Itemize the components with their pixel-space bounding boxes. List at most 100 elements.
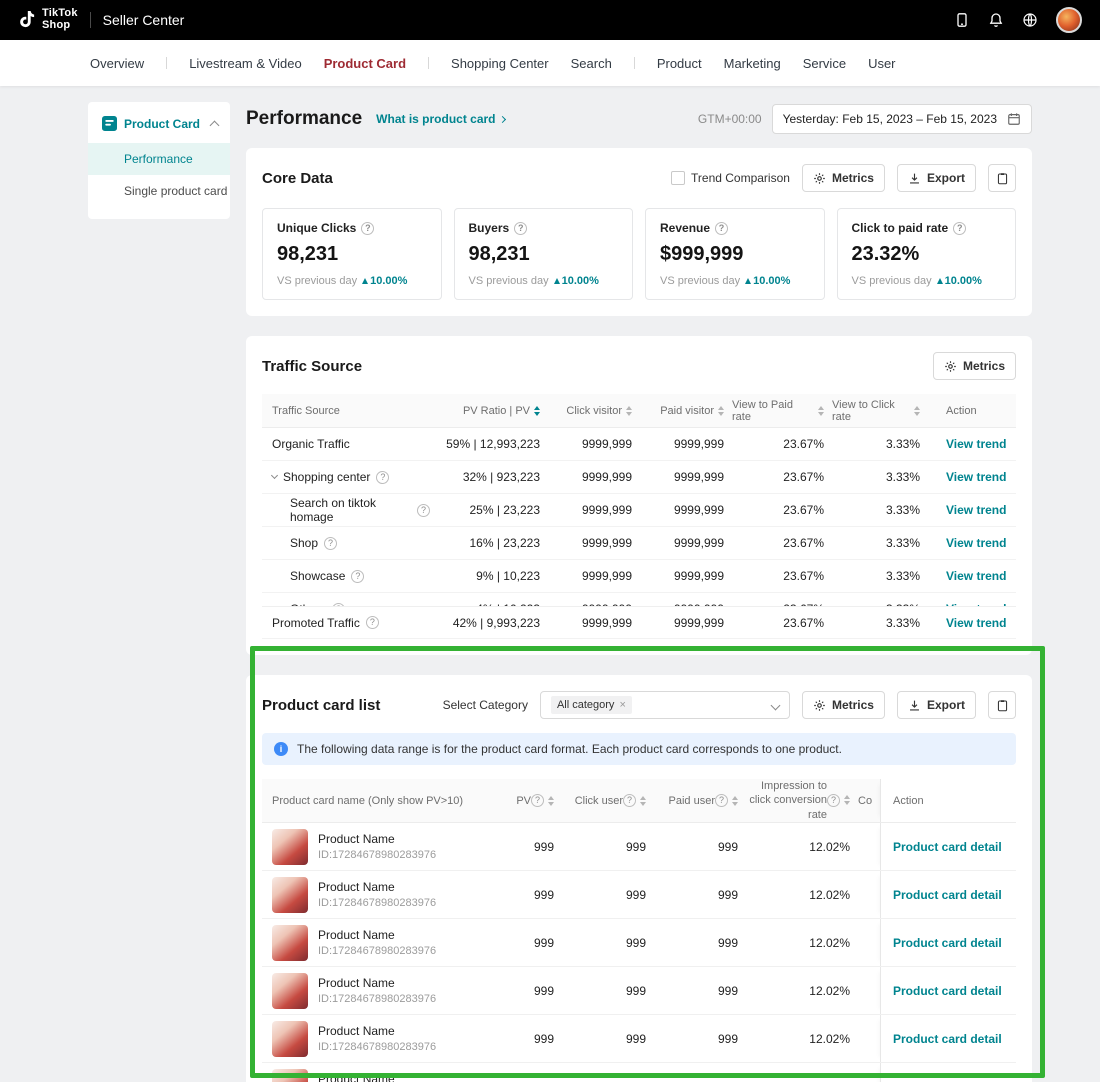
product-card-detail-link[interactable]: Product card detail [893,936,1002,950]
help-icon[interactable] [827,794,840,807]
logo-line-2: Shop [42,20,78,32]
view-trend-link[interactable]: View trend [946,616,1006,630]
col-click-user[interactable]: Click user [562,794,654,807]
sidebar: Product Card Performance Single product … [88,102,230,219]
clipboard-button[interactable] [988,691,1016,719]
chevron-down-icon [771,700,781,710]
help-icon[interactable] [953,222,966,235]
trend-comparison-checkbox[interactable]: Trend Comparison [671,171,790,185]
nav-service[interactable]: Service [803,56,846,71]
col-paid-user[interactable]: Paid user [654,794,746,807]
date-range-picker[interactable]: Yesterday: Feb 15, 2023 – Feb 15, 2023 [772,104,1032,134]
sort-icon[interactable] [844,795,850,805]
help-icon[interactable] [376,471,389,484]
help-icon[interactable] [715,222,728,235]
sort-icon[interactable] [534,406,540,416]
expand-chevron-icon[interactable] [271,472,278,479]
view-trend-link[interactable]: View trend [946,503,1006,517]
sort-icon[interactable] [914,406,920,416]
calendar-icon [1007,112,1021,126]
view-trend-link[interactable]: View trend [946,569,1006,583]
clipboard-icon [996,172,1009,185]
metrics-button-label: Metrics [832,171,874,185]
tiktok-shop-logo[interactable]: TikTok Shop [18,8,78,31]
product-id: ID:17284678980283976 [318,1041,436,1053]
col-click-visitor[interactable]: Click visitor [548,405,640,417]
export-button[interactable]: Export [897,164,976,192]
help-icon[interactable] [324,537,337,550]
table-row-search-on-tiktok-homage: Search on tiktok homage 25% | 23,223 999… [262,494,1016,527]
metric-change-value: 10.00% [945,275,982,287]
view-trend-link[interactable]: View trend [946,602,1006,606]
col-view-to-paid[interactable]: View to Paid rate [732,399,832,423]
page-header-right: GTM+00:00 Yesterday: Feb 15, 2023 – Feb … [698,104,1032,134]
col-view-to-click[interactable]: View to Click rate [832,399,928,423]
help-icon[interactable] [361,222,374,235]
help-icon[interactable] [417,504,430,517]
export-button[interactable]: Export [897,691,976,719]
sort-icon[interactable] [640,796,646,806]
mobile-app-icon[interactable] [954,12,970,28]
sort-icon[interactable] [548,796,554,806]
globe-language-icon[interactable] [1022,12,1038,28]
notification-bell-icon[interactable] [988,12,1004,28]
clipboard-icon [996,699,1009,712]
page-header: Performance What is product card GTM+00:… [246,104,1032,134]
help-icon[interactable] [715,794,728,807]
nav-product-card[interactable]: Product Card [324,56,406,71]
traffic-table-scroll-area[interactable]: Organic Traffic 59% | 12,993,223 9999,99… [262,428,1016,606]
nav-shopping-center[interactable]: Shopping Center [451,56,549,71]
help-icon[interactable] [531,794,544,807]
sidebar-item-single-product-card[interactable]: Single product card [88,175,230,207]
nav-livestream-video[interactable]: Livestream & Video [189,56,302,71]
category-select[interactable]: All category [540,691,790,719]
sidebar-section-product-card[interactable]: Product Card [88,102,230,143]
product-name: Product Name [318,1072,436,1082]
sort-icon[interactable] [626,406,632,416]
metric-revenue: Revenue $999,999 VS previous day10.00% [645,208,825,300]
nav-product[interactable]: Product [657,56,702,71]
metrics-button[interactable]: Metrics [933,352,1016,380]
help-icon[interactable] [366,616,379,629]
view-trend-link[interactable]: View trend [946,536,1006,550]
sort-icon[interactable] [718,406,724,416]
nav-user[interactable]: User [868,56,895,71]
metrics-button-label: Metrics [832,698,874,712]
clipboard-button[interactable] [988,164,1016,192]
view-trend-link[interactable]: View trend [946,470,1006,484]
product-card-detail-link[interactable]: Product card detail [893,984,1002,998]
sidebar-item-performance[interactable]: Performance [88,143,230,175]
help-icon[interactable] [332,603,345,607]
nav-search[interactable]: Search [571,56,612,71]
col-paid-visitor[interactable]: Paid visitor [640,405,732,417]
what-is-product-card-link[interactable]: What is product card [376,112,504,126]
sort-icon[interactable] [818,406,824,416]
traffic-source-card: Traffic Source Metrics Traffic Source PV… [246,336,1032,655]
traffic-table-header: Traffic Source PV Ratio | PV Click visit… [262,394,1016,428]
nav-overview[interactable]: Overview [90,56,144,71]
close-icon[interactable] [619,700,625,711]
col-product-card-name: Product card name (Only show PV>10) [262,795,494,807]
help-icon[interactable] [351,570,364,583]
help-icon[interactable] [623,794,636,807]
col-impression-to-click[interactable]: Impression to click conversion rate [746,779,858,822]
user-avatar[interactable] [1056,7,1082,33]
col-pv[interactable]: PV [494,794,562,807]
export-button-label: Export [927,698,965,712]
product-card-detail-link[interactable]: Product card detail [893,1032,1002,1046]
gear-icon [813,172,826,185]
col-action: Action [880,779,1016,822]
sort-icon[interactable] [732,796,738,806]
product-card-detail-link[interactable]: Product card detail [893,888,1002,902]
metrics-button[interactable]: Metrics [802,691,885,719]
col-pv-ratio[interactable]: PV Ratio | PV [430,405,548,417]
metrics-button-label: Metrics [963,359,1005,373]
metrics-button[interactable]: Metrics [802,164,885,192]
product-thumbnail [272,1069,308,1082]
nav-marketing[interactable]: Marketing [724,56,781,71]
checkbox-box[interactable] [671,171,685,185]
product-card-detail-link[interactable]: Product card detail [893,840,1002,854]
help-icon[interactable] [514,222,527,235]
select-category-label: Select Category [443,698,528,712]
view-trend-link[interactable]: View trend [946,437,1006,451]
